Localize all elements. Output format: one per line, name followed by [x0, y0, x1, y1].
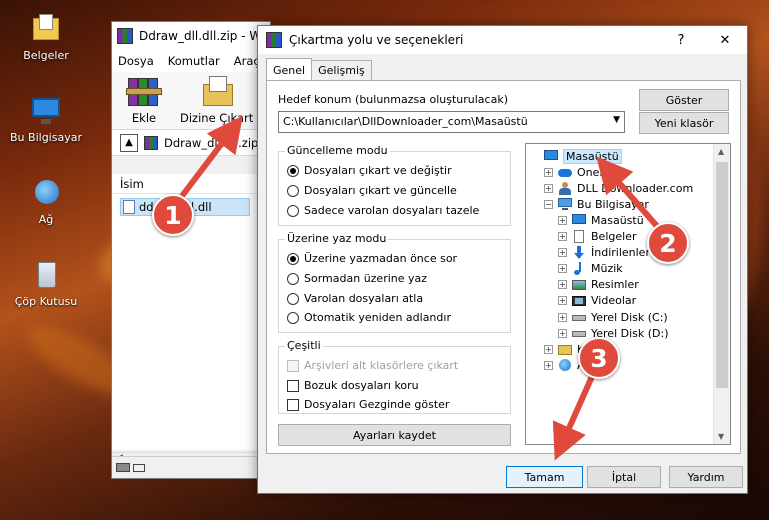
- tab-genel[interactable]: Genel: [266, 58, 313, 80]
- callout-step-1: 1: [152, 194, 194, 236]
- callout-step-3: 3: [578, 337, 620, 379]
- annotation-arrows: [179, 115, 665, 461]
- arrow-to-extract-button: [179, 115, 243, 198]
- arrow-to-ok-button: [552, 370, 597, 461]
- callout-step-2: 2: [647, 222, 689, 264]
- arrow-to-desktop-folder: [596, 156, 665, 234]
